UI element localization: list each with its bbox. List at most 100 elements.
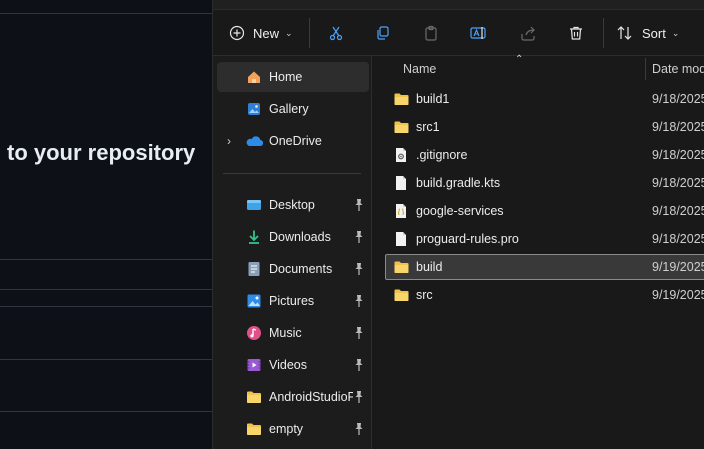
nav-item-onedrive[interactable]: › OneDrive: [217, 126, 369, 156]
folder-icon: [392, 258, 410, 276]
screen: to your repository New ⌄ Sort ⌄ Home Gal…: [0, 0, 704, 449]
file-date: 9/18/2025: [652, 232, 704, 246]
desktop-icon: [245, 196, 263, 214]
file-row[interactable]: build 9/19/2025: [385, 254, 704, 280]
pin-icon[interactable]: [353, 262, 365, 276]
file-date: 9/19/2025: [652, 260, 704, 274]
paste-button[interactable]: [416, 18, 446, 48]
onedrive-icon: [245, 132, 263, 150]
clipboard-icon: [423, 25, 439, 41]
nav-item-label: AndroidStudioP: [269, 390, 353, 404]
file-name: build1: [416, 92, 450, 106]
copy-button[interactable]: [368, 18, 398, 48]
nav-item-downloads[interactable]: Downloads: [217, 222, 369, 252]
nav-item-desktop[interactable]: Desktop: [217, 190, 369, 220]
file-date: 9/18/2025: [652, 92, 704, 106]
divider: [0, 13, 212, 14]
scissors-icon: [328, 25, 344, 41]
background-window: to your repository: [0, 0, 212, 449]
nav-item-androidstudiop[interactable]: AndroidStudioP: [217, 382, 369, 412]
file-row[interactable]: google-services 9/18/2025: [385, 198, 704, 224]
file-row[interactable]: src1 9/18/2025: [385, 114, 704, 140]
sort-icon: [616, 25, 634, 41]
delete-button[interactable]: [561, 18, 591, 48]
rename-icon: [470, 25, 488, 41]
nav-item-label: OneDrive: [269, 134, 322, 148]
home-icon: [245, 68, 263, 86]
divider: [0, 259, 212, 260]
gallery-icon: [245, 100, 263, 118]
file-row[interactable]: src 9/19/2025: [385, 282, 704, 308]
copy-icon: [375, 25, 391, 41]
nav-item-label: empty: [269, 422, 304, 436]
music-icon: [245, 324, 263, 342]
toolbar-separator: [309, 18, 310, 48]
command-bar: New ⌄ Sort ⌄: [213, 10, 704, 56]
json-file-icon: [392, 202, 410, 220]
file-explorer-window: New ⌄ Sort ⌄ Home Gallery › OneDrive Des…: [212, 0, 704, 449]
pin-icon[interactable]: [353, 358, 365, 372]
file-row[interactable]: .gitignore 9/18/2025: [385, 142, 704, 168]
pin-icon[interactable]: [353, 326, 365, 340]
sort-button-label: Sort: [642, 25, 666, 41]
nav-item-label: Desktop: [269, 198, 315, 212]
file-date: 9/18/2025: [652, 148, 704, 162]
chevron-down-icon: ⌄: [285, 27, 293, 38]
folder-icon: [245, 388, 263, 406]
file-date: 9/19/2025: [652, 288, 704, 302]
file-name: src: [416, 288, 433, 302]
divider: [0, 359, 212, 360]
share-icon: [520, 25, 536, 41]
nav-item-label: Videos: [269, 358, 307, 372]
file-name: proguard-rules.pro: [416, 232, 519, 246]
nav-item-empty[interactable]: empty: [217, 414, 369, 444]
folder-icon: [392, 286, 410, 304]
pin-icon[interactable]: [353, 390, 365, 404]
nav-item-label: Home: [269, 70, 303, 84]
nav-item-videos[interactable]: Videos: [217, 350, 369, 380]
videos-icon: [245, 356, 263, 374]
nav-item-documents[interactable]: Documents: [217, 254, 369, 284]
rename-button[interactable]: [464, 18, 494, 48]
file-icon: [392, 230, 410, 248]
column-separator[interactable]: [645, 58, 646, 80]
file-name: .gitignore: [416, 148, 468, 162]
nav-item-pictures[interactable]: Pictures: [217, 286, 369, 316]
pin-icon[interactable]: [353, 422, 365, 436]
new-button[interactable]: New ⌄: [229, 18, 297, 48]
navigation-pane: Home Gallery › OneDrive Desktop Download…: [213, 56, 372, 449]
file-date: 9/18/2025: [652, 120, 704, 134]
nav-item-label: Documents: [269, 262, 333, 276]
column-header-name[interactable]: Name: [403, 62, 436, 76]
pin-icon[interactable]: [353, 294, 365, 308]
documents-icon: [245, 260, 263, 278]
folder-icon: [392, 118, 410, 136]
downloads-icon: [245, 228, 263, 246]
nav-item-music[interactable]: Music: [217, 318, 369, 348]
address-bar-edge: [213, 0, 704, 10]
new-button-label: New: [253, 25, 280, 41]
repository-heading: to your repository: [7, 140, 196, 165]
file-date: 9/18/2025: [652, 176, 704, 190]
nav-item-label: Gallery: [269, 102, 309, 116]
sort-button[interactable]: Sort ⌄: [616, 18, 686, 48]
column-header-date-modified[interactable]: Date mod: [652, 62, 704, 76]
pin-icon[interactable]: [353, 198, 365, 212]
chevron-right-icon[interactable]: ›: [227, 134, 231, 148]
divider: [0, 289, 212, 290]
file-row[interactable]: build1 9/18/2025: [385, 86, 704, 112]
folder-icon: [392, 90, 410, 108]
nav-item-gallery[interactable]: Gallery: [217, 94, 369, 124]
file-list: ⌃ Name Date mod build1 9/18/2025 src1 9/…: [373, 54, 704, 449]
settings-file-icon: [392, 146, 410, 164]
file-row[interactable]: proguard-rules.pro 9/18/2025: [385, 226, 704, 252]
nav-item-home[interactable]: Home: [217, 62, 369, 92]
file-name: src1: [416, 120, 440, 134]
trash-icon: [568, 25, 584, 41]
pin-icon[interactable]: [353, 230, 365, 244]
cut-button[interactable]: [321, 18, 351, 48]
nav-item-label: Music: [269, 326, 302, 340]
toolbar-separator: [603, 18, 604, 48]
file-row[interactable]: build.gradle.kts 9/18/2025: [385, 170, 704, 196]
share-button[interactable]: [513, 18, 543, 48]
